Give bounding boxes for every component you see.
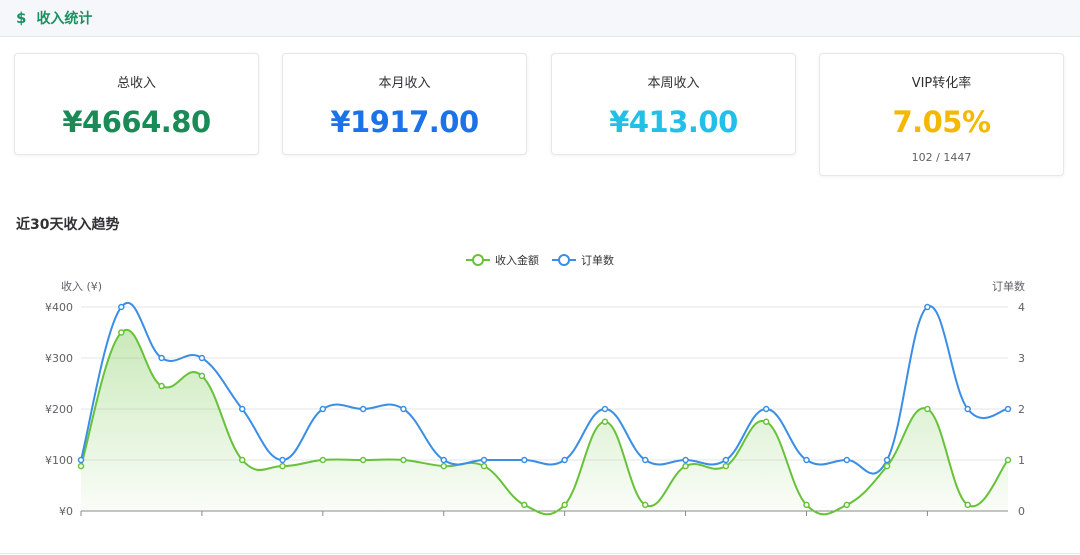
- revenue-point: [319, 456, 327, 464]
- orders-point: [440, 456, 447, 464]
- y-right-tick-label: 3: [1018, 352, 1025, 365]
- orders-point: [158, 354, 165, 362]
- card-value: ¥413.00: [609, 105, 738, 139]
- y-right-tick-label: 1: [1018, 454, 1025, 467]
- divider: [0, 553, 1080, 554]
- revenue-point: [480, 462, 488, 470]
- revenue-point: [521, 501, 528, 509]
- revenue-point: [1004, 456, 1012, 464]
- revenue-point: [883, 462, 891, 470]
- legend-label: 收入金额: [495, 253, 539, 267]
- orders-point: [118, 303, 125, 311]
- orders-point: [682, 456, 689, 464]
- revenue-point: [722, 462, 730, 470]
- revenue-point: [440, 462, 447, 470]
- orders-point: [803, 456, 810, 464]
- y-right-tick-label: 2: [1018, 403, 1025, 416]
- orders-point: [198, 354, 206, 362]
- x-tick-label: 2026-02-05: [291, 519, 355, 520]
- y-left-tick-label: ¥300: [45, 352, 73, 365]
- revenue-point: [118, 329, 125, 336]
- revenue-point: [803, 501, 810, 509]
- revenue-trend-chart: ¥0 ¥100 ¥200 ¥300 ¥400 0 1 2 3 4 收入 (¥) 订单数 2026-01-…: [45, 253, 1025, 520]
- card-label: 本月收入: [378, 76, 431, 91]
- x-tick-label: 2026-02-22: [775, 519, 839, 520]
- monthly-revenue-card: 本月收入 ¥1917.00: [282, 53, 527, 155]
- card-label: 总收入: [116, 76, 156, 91]
- x-tick-label: 2026-02-25: [895, 519, 959, 520]
- revenue-point: [158, 382, 165, 390]
- revenue-point: [400, 456, 407, 464]
- orders-point: [238, 405, 246, 413]
- orders-point: [1004, 405, 1012, 413]
- orders-point: [722, 456, 730, 464]
- orders-point: [521, 456, 528, 464]
- y-left-tick-label: ¥200: [45, 403, 73, 416]
- orders-point: [601, 405, 609, 413]
- y-left-tick-label: ¥100: [45, 454, 73, 467]
- y-left-tick-label: ¥400: [45, 301, 73, 314]
- section-title: 近30天收入趋势: [16, 217, 120, 233]
- revenue-point: [601, 418, 609, 425]
- revenue-point: [682, 462, 689, 470]
- orders-point: [561, 456, 568, 464]
- page-header: $ 收入统计: [0, 0, 1080, 37]
- orders-point: [400, 405, 407, 413]
- weekly-revenue-card: 本周收入 ¥413.00: [551, 53, 796, 155]
- orders-point: [279, 456, 286, 464]
- x-tick-label: 2026-02-16: [654, 519, 718, 520]
- legend-label: 订单数: [581, 254, 614, 267]
- y-right-tick-label: 4: [1018, 301, 1025, 314]
- legend-marker: [472, 254, 484, 266]
- revenue-point: [561, 501, 568, 509]
- total-revenue-card: 总收入 ¥4664.80: [14, 53, 259, 155]
- revenue-point: [964, 501, 971, 509]
- orders-point: [77, 456, 85, 464]
- revenue-point: [762, 418, 770, 425]
- x-tick-label: 2026-01-29: [49, 519, 113, 520]
- orders-point: [924, 303, 931, 311]
- revenue-point: [279, 462, 286, 470]
- card-label: 本周收入: [647, 76, 700, 91]
- card-value: ¥4664.80: [62, 105, 211, 139]
- revenue-point: [77, 462, 85, 470]
- y-right-tick-label: 0: [1018, 505, 1025, 518]
- card-value: 7.05%: [892, 105, 991, 139]
- orders-point: [883, 456, 891, 464]
- vip-ratio: 102 / 1447: [911, 151, 972, 164]
- orders-point: [762, 405, 770, 413]
- card-value: ¥1917.00: [330, 105, 479, 139]
- vip-conversion-card: VIP转化率 7.05% 102 / 1447: [819, 53, 1064, 176]
- y-right-axis-label: 订单数: [992, 280, 1025, 293]
- x-tick-label: 2026-02-12: [533, 519, 597, 520]
- orders-point: [642, 456, 649, 464]
- dollar-icon: $: [16, 9, 27, 27]
- x-tick-label: 2026-02-02: [170, 519, 234, 520]
- orders-point: [359, 405, 367, 413]
- revenue-point: [843, 501, 851, 509]
- orders-point: [480, 456, 488, 464]
- revenue-point: [238, 456, 246, 464]
- orders-point: [964, 405, 971, 413]
- page-title: 收入统计: [36, 11, 93, 27]
- orders-point: [843, 456, 851, 464]
- revenue-point: [924, 405, 931, 413]
- legend-marker: [558, 254, 570, 266]
- x-tick-label: 2026-02-09: [412, 519, 476, 520]
- orders-point: [319, 405, 327, 413]
- y-left-tick-label: ¥0: [59, 505, 73, 518]
- revenue-point: [642, 501, 649, 509]
- revenue-point: [359, 456, 367, 464]
- card-label: VIP转化率: [911, 76, 972, 91]
- y-left-axis-label: 收入 (¥): [61, 279, 102, 293]
- revenue-point: [198, 372, 206, 380]
